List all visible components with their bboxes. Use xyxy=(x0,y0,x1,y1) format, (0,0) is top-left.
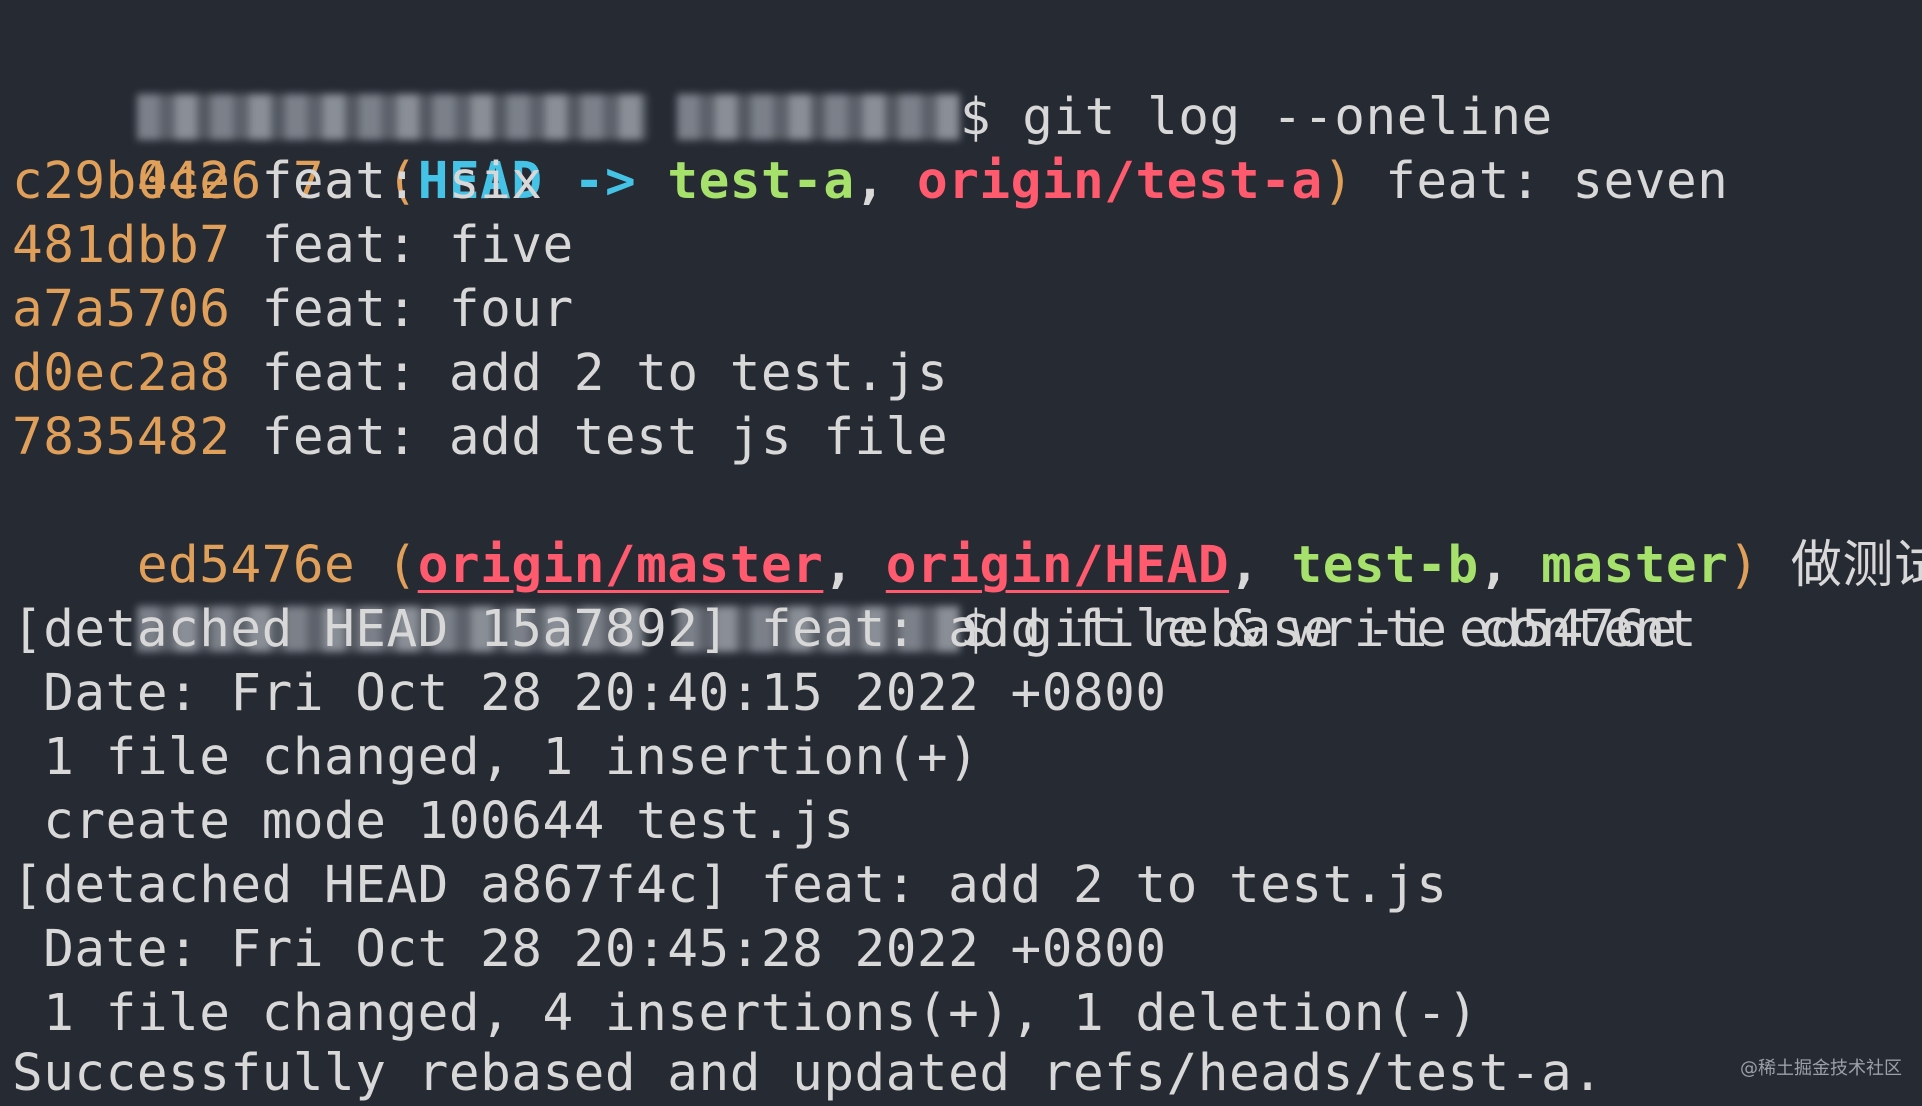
terminal-window[interactable]: $ git log --oneline 0ce6f7a (HEAD -> tes… xyxy=(0,0,1922,1106)
ref-close-paren: ) xyxy=(1322,152,1354,211)
output-line: Date: Fri Oct 28 20:45:28 2022 +0800 xyxy=(12,920,1167,979)
ref-separator: , xyxy=(854,152,918,211)
commit-message: feat: add 2 to test.js xyxy=(261,344,949,403)
prompt-line-1: $ git log --oneline xyxy=(12,22,1553,147)
commit-hash: 481dbb7 xyxy=(12,216,231,275)
commit-message: feat: six xyxy=(261,152,543,211)
output-line: Date: Fri Oct 28 20:40:15 2022 +0800 xyxy=(12,664,1167,723)
ref-close-paren: ) xyxy=(1728,536,1760,595)
log-line: d0ec2a8 feat: add 2 to test.js xyxy=(12,342,948,406)
log-line: 7835482 feat: add test js file xyxy=(12,406,948,470)
log-line: ed5476e (origin/master, origin/HEAD, tes… xyxy=(12,470,1922,595)
commit-hash: a7a5706 xyxy=(12,280,231,339)
watermark: @稀土掘金技术社区 xyxy=(1740,1058,1902,1079)
output-line: [detached HEAD 15a7892] feat: add file &… xyxy=(12,600,1698,659)
ref-remote-branch: origin/test-a xyxy=(917,152,1323,211)
output-line: 1 file changed, 1 insertion(+) xyxy=(12,728,980,787)
output-line: 1 file changed, 4 insertions(+), 1 delet… xyxy=(12,984,1479,1043)
commit-hash: 7835482 xyxy=(12,408,231,467)
output-line: create mode 100644 test.js xyxy=(12,792,855,851)
log-line: c29b442 feat: six xyxy=(12,150,543,214)
commit-message: feat: four xyxy=(261,280,574,339)
commit-hash: d0ec2a8 xyxy=(12,344,231,403)
log-line: a7a5706 feat: four xyxy=(12,278,574,342)
commit-message: feat: seven xyxy=(1385,152,1729,211)
commit-message: 做测试 xyxy=(1790,536,1922,595)
output-line: Successfully rebased and updated refs/he… xyxy=(12,1044,1604,1103)
log-line: 0ce6f7a (HEAD -> test-a, origin/test-a) … xyxy=(12,86,1728,211)
commit-hash: c29b442 xyxy=(12,152,231,211)
prompt-line-2: $ git rebase -i ed5476e xyxy=(12,534,1678,659)
commit-message: feat: five xyxy=(261,216,574,275)
ref-arrow: -> xyxy=(542,152,668,211)
log-line: 481dbb7 feat: five xyxy=(12,214,574,278)
commit-message: feat: add test js file xyxy=(261,408,949,467)
ref-local-branch: test-a xyxy=(667,152,855,211)
output-line: [detached HEAD a867f4c] feat: add 2 to t… xyxy=(12,856,1448,915)
